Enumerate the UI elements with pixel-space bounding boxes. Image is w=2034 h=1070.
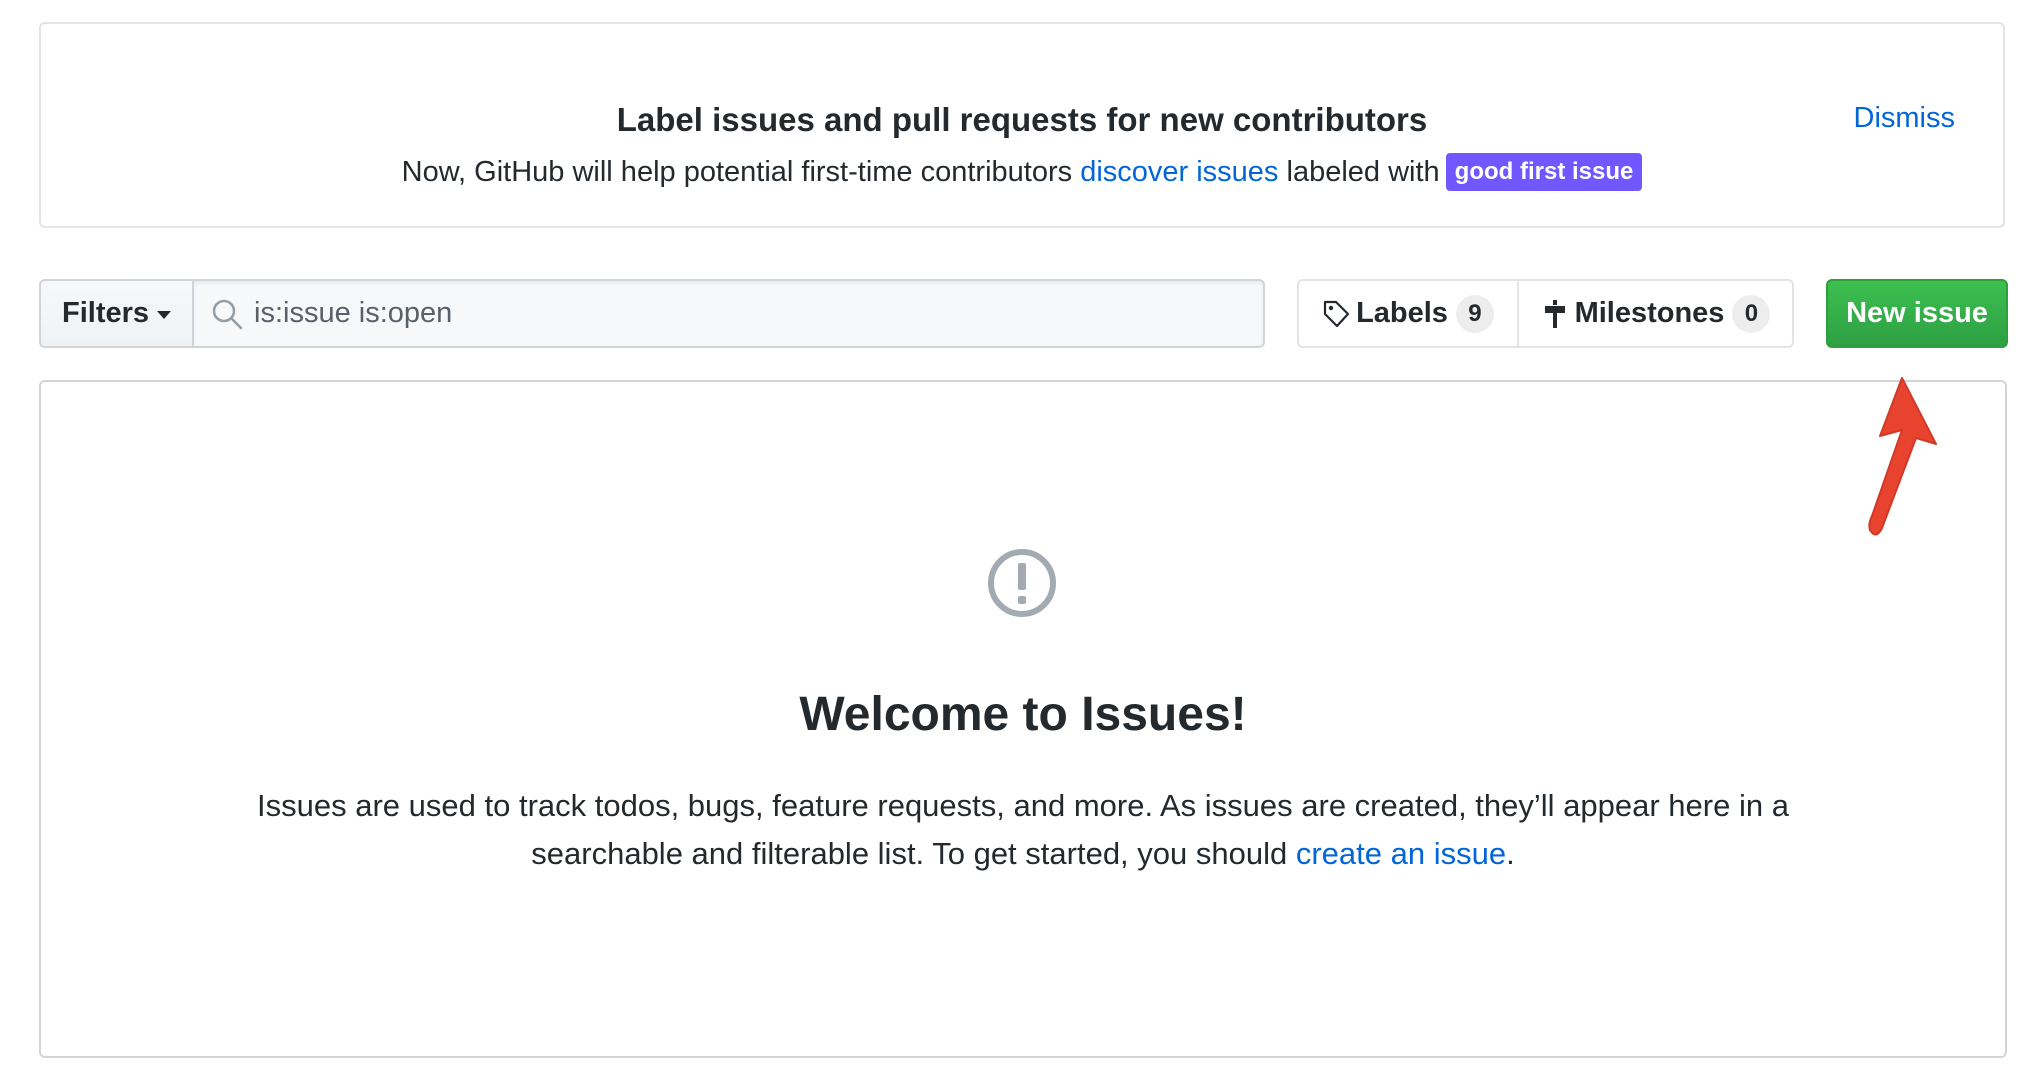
- labels-milestones-nav: Labels 9 Milestones 0: [1297, 279, 1794, 348]
- search-icon: [212, 299, 243, 330]
- milestone-icon: [1544, 299, 1565, 328]
- blankslate-text-after: .: [1506, 836, 1515, 871]
- blankslate-title: Welcome to Issues!: [799, 688, 1247, 741]
- filters-button[interactable]: Filters: [39, 279, 192, 348]
- filters-search-group: Filters: [39, 279, 1265, 348]
- discover-issues-link[interactable]: discover issues: [1080, 156, 1278, 188]
- new-contributors-banner: Label issues and pull requests for new c…: [39, 22, 2005, 228]
- banner-text-after: labeled with: [1278, 156, 1440, 188]
- labels-label: Labels: [1356, 297, 1448, 329]
- dismiss-button[interactable]: Dismiss: [1854, 98, 1956, 138]
- search-field[interactable]: [192, 279, 1265, 348]
- create-issue-link[interactable]: create an issue: [1296, 836, 1506, 871]
- banner-text: Now, GitHub will help potential first-ti…: [41, 152, 2003, 192]
- red-arrow-icon: [1868, 377, 1937, 536]
- blankslate-text-before: Issues are used to track todos, bugs, fe…: [257, 788, 1789, 871]
- search-input[interactable]: [254, 281, 1253, 346]
- issues-blankslate: Welcome to Issues! Issues are used to tr…: [39, 380, 2007, 1058]
- milestones-nav-item[interactable]: Milestones 0: [1519, 281, 1792, 346]
- filters-label: Filters: [61, 297, 150, 329]
- labels-nav-item[interactable]: Labels 9: [1299, 281, 1519, 346]
- new-issue-button[interactable]: New issue: [1826, 279, 2008, 348]
- milestones-count-badge: 0: [1732, 294, 1771, 333]
- caret-down-icon: [157, 310, 172, 319]
- blankslate-text: Issues are used to track todos, bugs, fe…: [241, 782, 1805, 878]
- good-first-issue-label[interactable]: good first issue: [1445, 153, 1643, 191]
- banner-title: Label issues and pull requests for new c…: [616, 101, 1428, 138]
- milestones-label: Milestones: [1574, 297, 1725, 329]
- labels-count-badge: 9: [1455, 294, 1494, 333]
- banner-text-before: Now, GitHub will help potential first-ti…: [401, 156, 1081, 188]
- tag-icon: [1323, 300, 1350, 327]
- issue-opened-icon: [988, 549, 1056, 617]
